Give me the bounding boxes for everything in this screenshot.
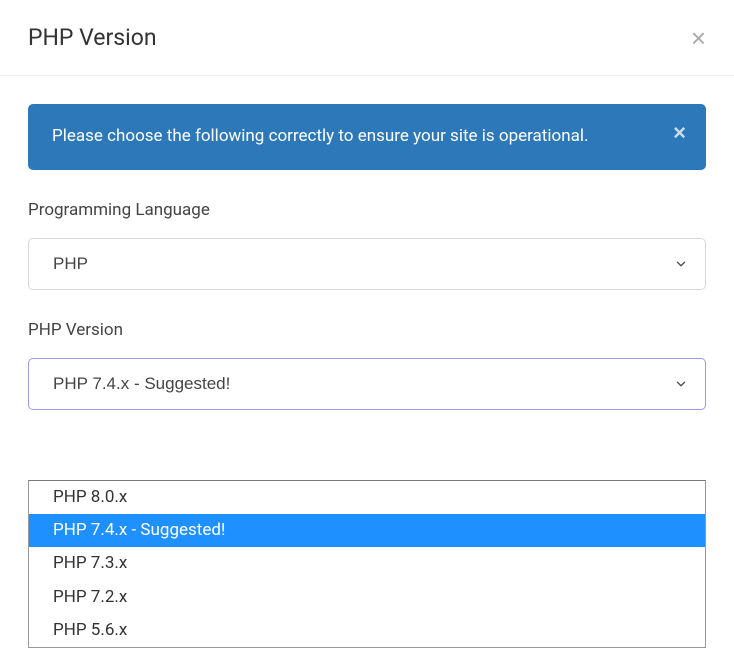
close-icon: × — [691, 23, 706, 53]
alert-message: Please choose the following correctly to… — [52, 126, 588, 146]
version-option[interactable]: PHP 7.2.x — [29, 581, 705, 614]
modal-title: PHP Version — [28, 24, 157, 51]
form-group-language: Programming Language PHP — [28, 200, 706, 290]
close-button[interactable]: × — [691, 25, 706, 51]
modal-header: PHP Version × — [0, 0, 734, 76]
language-label: Programming Language — [28, 200, 706, 220]
close-icon: × — [673, 120, 686, 145]
language-select[interactable]: PHP — [28, 238, 706, 290]
version-select-wrapper: PHP 7.4.x - Suggested! — [28, 358, 706, 410]
language-select-wrapper: PHP — [28, 238, 706, 290]
version-option[interactable]: PHP 5.6.x — [29, 614, 705, 647]
modal-body: Please choose the following correctly to… — [0, 76, 734, 410]
alert-close-button[interactable]: × — [673, 122, 686, 144]
version-option[interactable]: PHP 8.0.x — [29, 481, 705, 514]
version-select[interactable]: PHP 7.4.x - Suggested! — [28, 358, 706, 410]
form-group-version: PHP Version PHP 7.4.x - Suggested! — [28, 320, 706, 410]
language-select-value: PHP — [53, 254, 88, 273]
version-select-value: PHP 7.4.x - Suggested! — [53, 374, 230, 393]
version-option[interactable]: PHP 7.4.x - Suggested! — [29, 514, 705, 547]
info-alert: Please choose the following correctly to… — [28, 104, 706, 170]
version-option[interactable]: PHP 7.3.x — [29, 547, 705, 580]
version-label: PHP Version — [28, 320, 706, 340]
version-dropdown[interactable]: PHP 8.0.xPHP 7.4.x - Suggested!PHP 7.3.x… — [28, 480, 706, 648]
